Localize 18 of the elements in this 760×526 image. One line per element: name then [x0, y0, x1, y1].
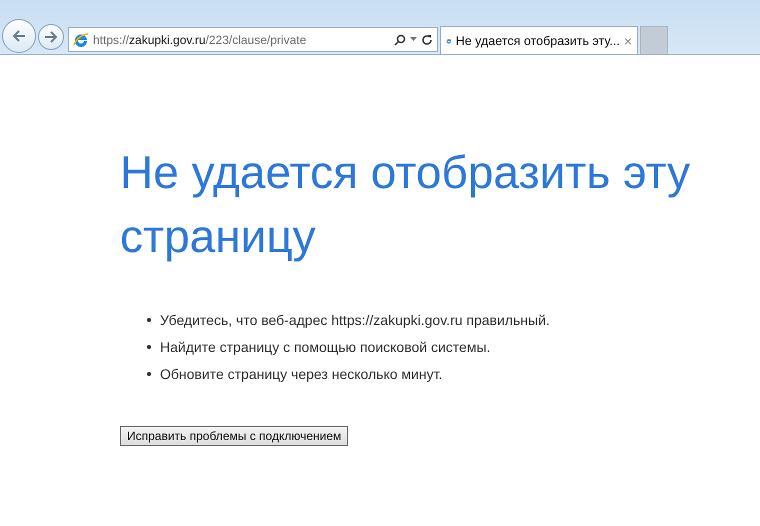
- suggestion-text: Найдите страницу с помощью поисковой системы.: [160, 339, 490, 355]
- forward-button[interactable]: [38, 24, 64, 50]
- browser-logo-icon: [73, 32, 89, 48]
- suggestion-text: Убедитесь, что веб-адрес https://zakupki.gov.ru правильный.: [160, 312, 550, 328]
- suggestion-text: Обновите страницу через несколько минут.: [160, 366, 442, 382]
- back-button[interactable]: [2, 19, 36, 53]
- browser-tab[interactable]: Не удается отобразить эту... ×: [440, 26, 638, 54]
- close-tab-button[interactable]: ×: [624, 32, 632, 48]
- bullet-icon: [147, 372, 151, 376]
- error-heading: Не удается отобразить эту страницу: [120, 145, 692, 264]
- refresh-icon[interactable]: [421, 34, 433, 46]
- fix-connection-button[interactable]: Исправить проблемы с подключением: [120, 426, 348, 446]
- dropdown-caret-icon[interactable]: [410, 37, 417, 42]
- bullet-icon: [147, 345, 151, 349]
- address-bar[interactable]: https://zakupki.gov.ru/223/clause/private: [68, 27, 438, 52]
- search-icon[interactable]: [394, 34, 406, 46]
- address-url[interactable]: https://zakupki.gov.ru/223/clause/private: [93, 32, 390, 46]
- bullet-icon: [147, 318, 151, 322]
